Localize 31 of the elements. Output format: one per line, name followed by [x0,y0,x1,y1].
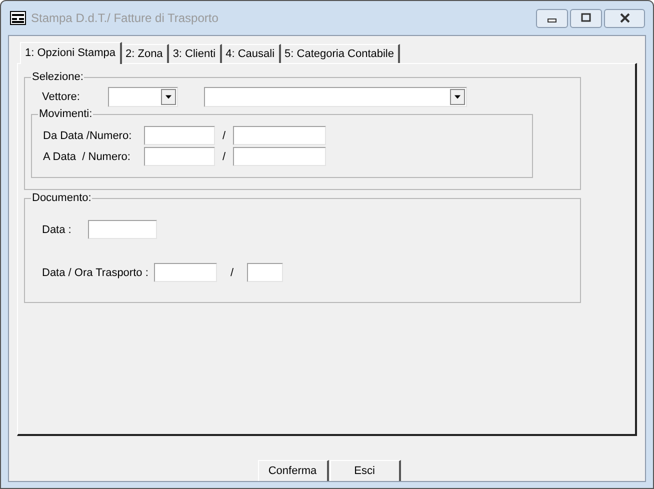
input-field[interactable] [233,126,326,145]
field-label: Vettore: [42,90,81,104]
separator-text: / [229,266,235,280]
minimize-button[interactable] [536,8,568,28]
tab[interactable]: 4: Causali [222,44,281,63]
field-label: Data : [42,222,72,236]
field-label: A Data / Numero: [43,150,132,164]
tab[interactable]: 3: Clienti [168,44,222,63]
maximize-icon [580,13,592,23]
input-field[interactable] [88,220,157,239]
input-field[interactable] [144,126,215,145]
dropdown[interactable] [108,87,178,107]
input-field[interactable] [144,147,215,166]
field-label: Data / Ora Trasporto : [42,266,150,280]
dialog-button[interactable]: Conferma [258,460,328,481]
window-title: Stampa D.d.T./ Fatture di Trasporto [31,10,218,27]
separator-text: / [221,150,227,164]
tab[interactable]: 2: Zona [122,44,169,63]
input-field[interactable] [233,147,326,166]
maximize-button[interactable] [570,8,602,28]
tab[interactable]: 1: Opzioni Stampa [20,42,122,64]
window-icon [10,11,26,25]
input-field[interactable] [247,263,283,282]
separator-text: / [221,128,227,142]
close-icon [618,13,630,23]
input-field[interactable] [154,263,217,282]
dropdown[interactable] [204,87,467,107]
field-label: Da Data /Numero: [43,128,133,142]
dialog-button[interactable]: Esci [330,460,400,481]
tab[interactable]: 5: Categoria Contabile [280,44,400,63]
close-button[interactable] [604,8,645,28]
